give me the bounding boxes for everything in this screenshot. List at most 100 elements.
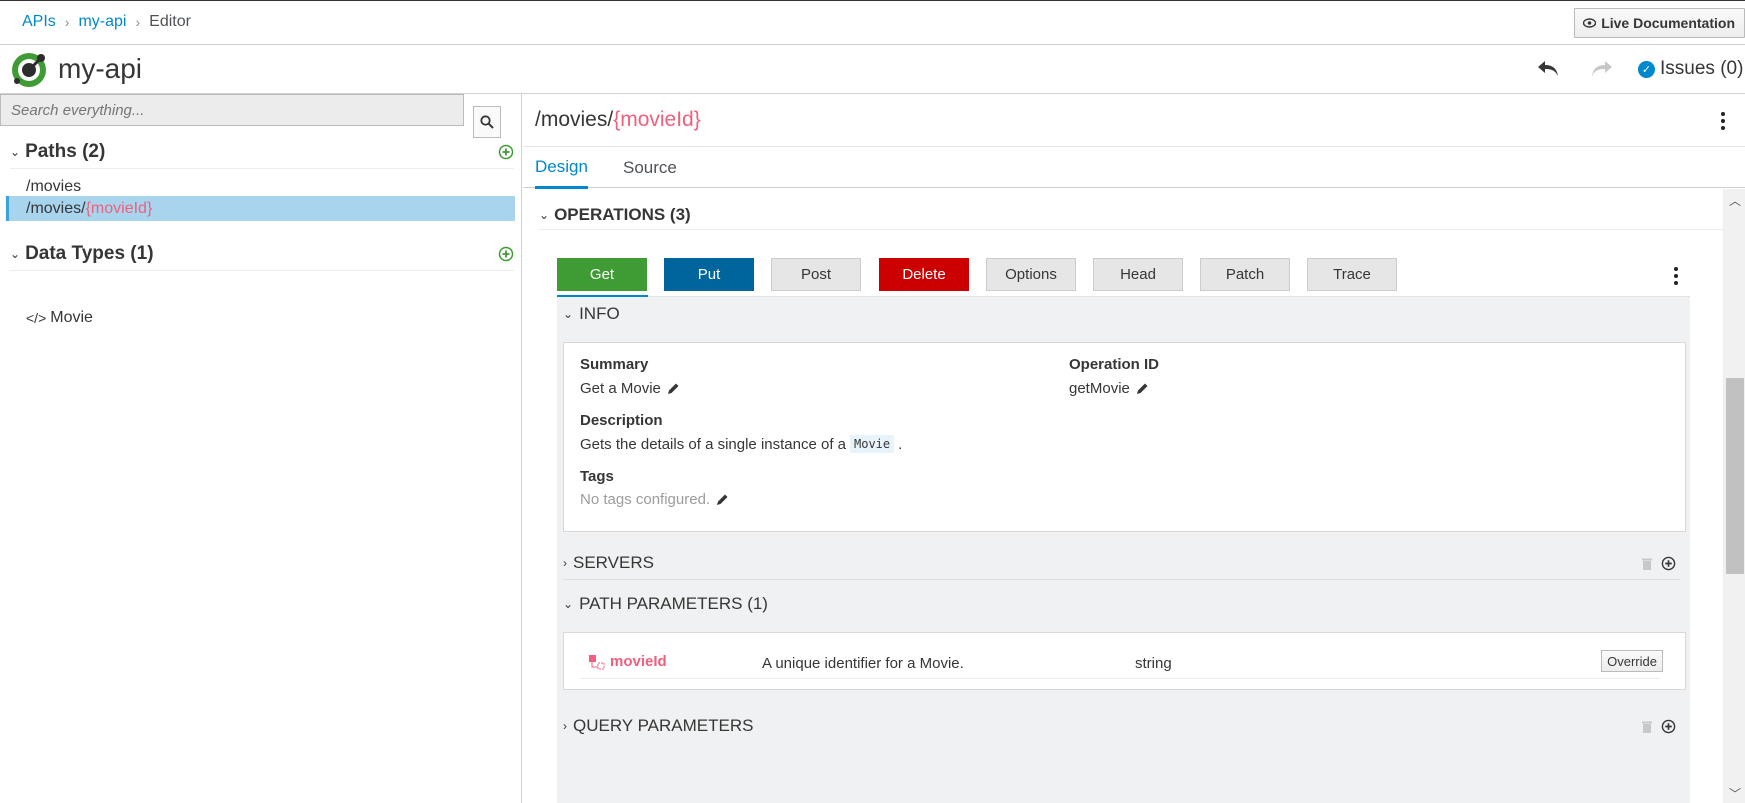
operation-options-button[interactable]: Options [986, 258, 1076, 291]
design-content: ⌄ OPERATIONS (3) Get Put Post Delete Opt… [523, 189, 1723, 803]
trash-icon[interactable] [1641, 720, 1653, 734]
path-title: /movies/{movieId} [535, 108, 701, 132]
tags-label: Tags [580, 468, 614, 485]
scroll-up-icon[interactable]: ︿ [1729, 192, 1741, 209]
eye-icon [1583, 18, 1597, 28]
path-parameters-section-header[interactable]: ⌄ PATH PARAMETERS (1) [563, 587, 1680, 621]
editor-tabs: Design Source [523, 146, 1745, 189]
path-parameter-card: movieId A unique identifier for a Movie.… [563, 632, 1686, 690]
editor-main-panel: /movies/{movieId} Design Source ⌄ OPERAT… [523, 94, 1745, 803]
paths-section-header[interactable]: ⌄ Paths (2) [10, 135, 514, 169]
description-code: Movie [850, 435, 895, 453]
path-item-label: /movies/ [26, 199, 86, 217]
servers-section-title: SERVERS [573, 552, 654, 572]
live-documentation-label: Live Documentation [1601, 15, 1735, 31]
redo-icon[interactable] [1589, 57, 1615, 81]
parameter-icon [589, 654, 605, 669]
operation-post-button[interactable]: Post [771, 258, 861, 291]
path-parameter-name[interactable]: movieId [588, 653, 667, 670]
operation-put-button[interactable]: Put [664, 258, 754, 291]
operation-actions-kebab-icon[interactable] [1674, 267, 1678, 285]
query-parameters-section-header[interactable]: › QUERY PARAMETERS [563, 709, 1680, 743]
summary-text: Get a Movie [580, 380, 661, 397]
live-documentation-button[interactable]: Live Documentation [1574, 8, 1745, 38]
apicurio-logo-icon [12, 53, 46, 87]
summary-label: Summary [580, 356, 649, 373]
operation-head-button[interactable]: Head [1093, 258, 1183, 291]
operation-get-button[interactable]: Get [557, 258, 647, 291]
tags-text: No tags configured. [580, 491, 711, 508]
breadcrumb: APIs › my-api › Editor [22, 13, 191, 31]
pencil-icon[interactable] [667, 382, 680, 395]
info-card: Summary Get a Movie Operation ID getMovi… [563, 342, 1686, 532]
scrollbar-thumb[interactable] [1726, 378, 1744, 574]
issues-indicator[interactable]: ✓ Issues (0) [1638, 58, 1743, 80]
pencil-icon[interactable] [1136, 382, 1149, 395]
chevron-right-icon: › [563, 555, 567, 570]
chevron-down-icon: ⌄ [10, 246, 21, 261]
breadcrumb-current: Editor [149, 13, 191, 30]
breadcrumb-separator: › [64, 14, 70, 30]
title-bar: my-api ✓ Issues (0) [0, 45, 1745, 94]
tab-source[interactable]: Source [623, 147, 677, 189]
operation-id-text: getMovie [1069, 380, 1130, 397]
path-parameter-name-text: movieId [610, 653, 667, 670]
datatype-item-movie[interactable]: </> Movie [26, 309, 93, 327]
path-title-param: {movieId} [613, 108, 701, 131]
path-param-label: {movieId} [85, 199, 153, 217]
check-circle-icon: ✓ [1638, 60, 1655, 78]
trash-icon[interactable] [1641, 557, 1653, 571]
path-item-movie-id[interactable]: /movies/{movieId} [6, 196, 515, 221]
add-path-icon[interactable] [498, 144, 514, 160]
code-icon: </> [26, 310, 47, 326]
path-item-label: /movies [26, 177, 82, 195]
api-title: my-api [58, 53, 143, 84]
chevron-right-icon: › [563, 719, 567, 733]
divider [580, 678, 1660, 679]
tab-design[interactable]: Design [535, 147, 588, 189]
operation-details-panel: ⌄ INFO Summary Get a Movie Operation ID … [557, 297, 1690, 803]
servers-actions [1641, 556, 1676, 571]
datatypes-section-header[interactable]: ⌄ Data Types (1) [10, 237, 514, 271]
scroll-down-icon[interactable]: ﹀ [1729, 785, 1741, 802]
undo-icon[interactable] [1535, 57, 1561, 81]
datatypes-section-title: Data Types (1) [25, 242, 154, 264]
pencil-icon[interactable] [716, 493, 729, 506]
operation-patch-button[interactable]: Patch [1200, 258, 1290, 291]
path-actions-kebab-icon[interactable] [1721, 112, 1725, 130]
add-datatype-icon[interactable] [498, 246, 514, 262]
query-parameters-section-title: QUERY PARAMETERS [573, 716, 754, 735]
operation-id-value: getMovie [1069, 380, 1149, 397]
top-bar: APIs › my-api › Editor Live Documentatio… [0, 0, 1745, 45]
vertical-scrollbar[interactable]: ︿ ﹀ [1723, 189, 1745, 803]
breadcrumb-api-link[interactable]: my-api [78, 13, 126, 31]
operations-section-title: OPERATIONS (3) [554, 204, 691, 224]
breadcrumb-apis-link[interactable]: APIs [22, 13, 56, 31]
chevron-down-icon: ⌄ [563, 597, 574, 611]
info-section-header[interactable]: ⌄ INFO [563, 297, 1680, 331]
chevron-down-icon: ⌄ [563, 307, 574, 321]
servers-section-header[interactable]: › SERVERS [563, 546, 1680, 580]
add-server-icon[interactable] [1661, 556, 1676, 571]
query-parameters-actions [1641, 719, 1676, 734]
chevron-down-icon: ⌄ [539, 207, 550, 222]
search-icon [480, 115, 494, 129]
path-title-prefix: /movies/ [535, 108, 614, 131]
path-parameter-description: A unique identifier for a Movie. [762, 655, 964, 672]
info-section-title: INFO [579, 304, 620, 323]
summary-value: Get a Movie [580, 380, 680, 397]
search-input[interactable] [0, 94, 464, 126]
add-query-parameter-icon[interactable] [1661, 719, 1676, 734]
left-navigation-panel: ⌄ Paths (2) /movies /movies/{movieId} ⌄ … [0, 94, 522, 803]
search-button[interactable] [473, 106, 501, 138]
tags-value: No tags configured. [580, 491, 729, 508]
operation-delete-button[interactable]: Delete [879, 258, 969, 291]
chevron-down-icon: ⌄ [10, 144, 21, 159]
paths-section-title: Paths (2) [25, 140, 106, 162]
operations-section-header[interactable]: ⌄ OPERATIONS (3) [539, 200, 1723, 230]
description-value[interactable]: Gets the details of a single instance of… [580, 435, 902, 453]
operation-trace-button[interactable]: Trace [1307, 258, 1397, 291]
override-button[interactable]: Override [1601, 650, 1663, 672]
path-parameters-section-title: PATH PARAMETERS (1) [579, 594, 768, 613]
description-end: . [898, 435, 903, 453]
